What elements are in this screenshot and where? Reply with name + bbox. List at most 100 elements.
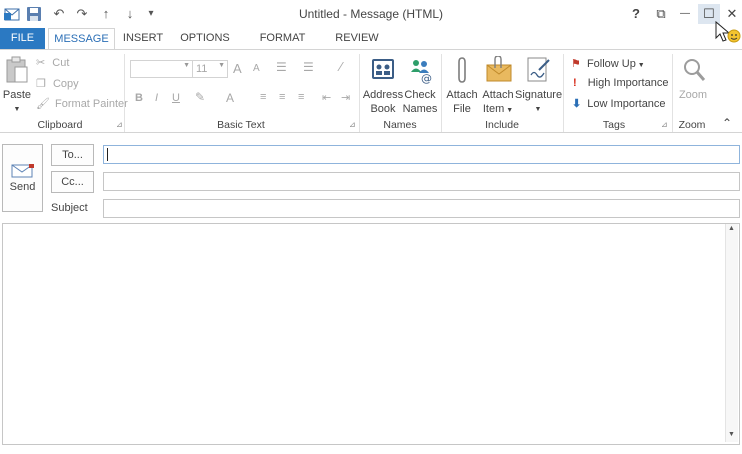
to-button[interactable]: To... <box>51 144 94 166</box>
check-names-label-line1: Check <box>404 89 436 101</box>
group-label-include: Include <box>485 119 519 131</box>
format-painter-button[interactable]: 🖌 Format Painter <box>36 97 128 110</box>
to-field[interactable] <box>103 145 740 164</box>
format-painter-label: Format Painter <box>55 98 128 110</box>
chevron-down-icon: ▼ <box>218 62 225 69</box>
tab-review[interactable]: REVIEW <box>334 28 380 49</box>
send-label: Send <box>9 181 36 193</box>
paste-icon <box>6 56 28 83</box>
signature-button[interactable]: Signature ▼ <box>515 54 563 116</box>
group-label-tags: Tags <box>602 119 626 131</box>
svg-text:@: @ <box>421 72 432 84</box>
bullets-icon[interactable]: ☰ <box>276 60 287 74</box>
cc-button[interactable]: Cc... <box>51 171 94 193</box>
ribbon-tab-bar: FILE MESSAGE INSERT OPTIONS FORMAT TEXT … <box>0 28 742 65</box>
signature-icon <box>527 57 550 82</box>
attach-file-button[interactable]: Attach File <box>444 54 480 116</box>
down-arrow-icon: ⬇ <box>572 98 582 110</box>
increase-indent-icon[interactable]: ⇥ <box>341 91 350 104</box>
follow-up-button[interactable]: ⚑ Follow Up ▼ <box>571 57 645 70</box>
align-left-icon[interactable]: ≡ <box>260 91 266 103</box>
align-right-icon[interactable]: ≡ <box>298 91 304 103</box>
collapse-ribbon-icon[interactable]: ⌃ <box>722 116 732 130</box>
subject-field[interactable] <box>103 199 740 218</box>
paperclip-icon <box>458 57 466 83</box>
chevron-down-icon: ▼ <box>635 62 645 69</box>
attach-item-label-text: Item <box>482 103 505 115</box>
cut-button[interactable]: ✂ Cut <box>36 56 69 69</box>
zoom-button[interactable]: Zoom <box>675 54 711 116</box>
chevron-down-icon: ▼ <box>534 106 542 113</box>
vertical-scrollbar[interactable]: ▲ ▼ <box>725 224 738 442</box>
high-importance-label: High Importance <box>587 77 669 89</box>
tab-file[interactable]: FILE <box>0 28 45 49</box>
numbering-icon[interactable]: ☰ <box>303 60 314 74</box>
bold-button[interactable]: B <box>135 92 143 104</box>
zoom-label: Zoom <box>678 89 708 101</box>
group-label-basic-text: Basic Text <box>217 119 265 131</box>
group-label-clipboard: Clipboard <box>37 119 83 131</box>
paste-button[interactable]: Paste ▼ <box>2 54 32 116</box>
scroll-up-arrow-icon[interactable]: ▲ <box>728 225 735 232</box>
copy-label: Copy <box>52 78 79 90</box>
check-names-label-line2: Names <box>402 103 438 115</box>
magnifier-icon <box>684 59 706 81</box>
group-label-names: Names <box>383 119 417 131</box>
grow-font-button[interactable]: A <box>233 61 242 76</box>
ribbon-display-options-button[interactable]: ⧉ <box>650 4 672 24</box>
exclamation-icon: ! <box>573 77 577 89</box>
address-book-button[interactable]: Address Book <box>363 54 403 116</box>
signature-label: Signature <box>515 89 563 101</box>
paintbrush-icon: 🖌 <box>36 98 50 110</box>
chevron-down-icon: ▼ <box>504 107 514 114</box>
help-button[interactable]: ? <box>625 4 647 24</box>
send-envelope-icon <box>11 164 34 178</box>
tags-dialog-launcher-icon[interactable]: ⊿ <box>661 121 669 129</box>
italic-button[interactable]: I <box>155 92 158 104</box>
follow-up-label: Follow Up <box>586 58 636 70</box>
minimize-button[interactable]: — <box>674 4 696 24</box>
cut-label: Cut <box>52 57 70 69</box>
ribbon: Paste ▼ ✂ Cut ❐ Copy 🖌 Format Painter Cl… <box>0 49 742 133</box>
font-size-dropdown[interactable]: 11 ▼ <box>192 60 228 78</box>
attach-item-button[interactable]: Attach Item ▼ <box>480 54 516 116</box>
align-center-icon[interactable]: ≡ <box>279 91 285 103</box>
flag-icon: ⚑ <box>571 58 581 70</box>
attach-item-label-line1: Attach <box>482 89 514 101</box>
tab-insert[interactable]: INSERT <box>121 28 165 49</box>
group-label-zoom: Zoom <box>678 119 706 131</box>
cc-field[interactable] <box>103 172 740 191</box>
chevron-down-icon: ▼ <box>13 106 21 113</box>
scroll-down-arrow-icon[interactable]: ▼ <box>728 431 735 438</box>
font-color-button[interactable]: A <box>226 91 234 105</box>
basic-text-dialog-launcher-icon[interactable]: ⊿ <box>349 121 357 129</box>
copy-button[interactable]: ❐ Copy <box>36 77 79 90</box>
paste-label: Paste <box>2 89 32 101</box>
address-book-icon <box>372 59 394 79</box>
decrease-indent-icon[interactable]: ⇤ <box>322 91 331 104</box>
attach-item-label-line2: Item ▼ <box>476 103 520 117</box>
scissors-icon: ✂ <box>36 57 46 69</box>
low-importance-button[interactable]: ⬇ Low Importance <box>572 97 666 110</box>
font-name-dropdown[interactable]: ▼ <box>130 60 193 78</box>
subject-label: Subject <box>51 202 88 214</box>
check-names-icon: @ <box>411 60 432 84</box>
tab-options[interactable]: OPTIONS <box>180 28 230 49</box>
shrink-font-button[interactable]: A <box>253 63 260 74</box>
low-importance-label: Low Importance <box>587 98 666 110</box>
clipboard-dialog-launcher-icon[interactable]: ⊿ <box>116 121 124 129</box>
font-size-value: 11 <box>196 63 208 75</box>
copy-icon: ❐ <box>36 78 46 90</box>
clear-formatting-icon[interactable]: ⁄ <box>340 59 342 74</box>
text-cursor <box>107 148 108 161</box>
check-names-button[interactable]: @ Check Names <box>402 54 438 116</box>
send-button[interactable]: Send <box>2 144 43 212</box>
chevron-down-icon: ▼ <box>183 62 190 69</box>
attach-item-icon <box>486 56 512 82</box>
underline-button[interactable]: U <box>172 92 180 104</box>
tab-format-text[interactable]: FORMAT TEXT <box>245 28 320 65</box>
tab-message[interactable]: MESSAGE <box>48 28 115 51</box>
message-body-editor[interactable] <box>2 223 740 445</box>
highlight-icon[interactable]: ✎ <box>195 90 205 104</box>
high-importance-button[interactable]: ! High Importance <box>573 77 668 89</box>
